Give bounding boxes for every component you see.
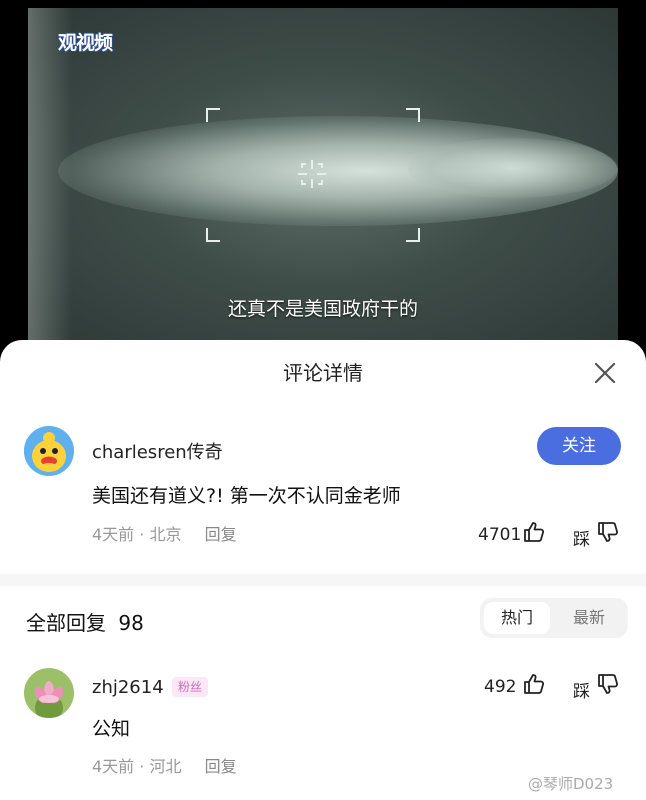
replies-title: 全部回复 — [26, 611, 106, 635]
meta-separator: · — [139, 757, 150, 776]
reply-dislike-label[interactable]: 踩 — [573, 677, 590, 702]
targeting-corner-top-right — [406, 108, 420, 122]
section-divider — [0, 574, 646, 586]
sort-toggle: 热门 最新 — [480, 598, 628, 638]
reply-like-count: 492 — [484, 677, 517, 697]
reply-time: 4天前 — [92, 757, 135, 776]
reply-button[interactable]: 回复 — [205, 525, 237, 544]
video-player[interactable]: 观视频 还真不是美国政府干的 — [28, 8, 618, 348]
avatar[interactable] — [24, 668, 74, 718]
comment-text: 美国还有道义?! 第一次不认同金老师 — [92, 485, 401, 507]
crosshair-icon — [298, 160, 326, 188]
comment-time: 4天前 — [92, 525, 135, 544]
comment-location: 北京 — [149, 525, 182, 544]
comment-username[interactable]: charlesren传奇 — [92, 438, 223, 464]
sort-hot-tab[interactable]: 热门 — [484, 602, 550, 634]
follow-button[interactable]: 关注 — [537, 427, 621, 465]
replies-header: 全部回复 98 — [26, 607, 144, 636]
duck-avatar-icon — [24, 426, 74, 476]
channel-logo: 观视频 — [58, 32, 113, 54]
reply-text: 公知 — [92, 718, 131, 740]
thumbs-down-icon[interactable] — [596, 672, 620, 696]
sheet-title: 评论详情 — [283, 361, 363, 385]
reply-username[interactable]: zhj2614 — [92, 677, 164, 698]
like-count: 4701 — [478, 525, 522, 545]
replies-count: 98 — [118, 611, 144, 635]
fan-badge: 粉丝 — [172, 677, 209, 697]
reply-button[interactable]: 回复 — [205, 757, 237, 776]
comment-detail-sheet: 评论详情 charlesren传奇 关注 美国还有道义?! 第一次不认同金老师 … — [0, 340, 646, 800]
thumbs-up-icon[interactable] — [522, 520, 546, 544]
thumbs-up-icon[interactable] — [522, 672, 546, 696]
dislike-label[interactable]: 踩 — [573, 525, 590, 550]
reply-meta: 4天前 · 河北 回复 — [92, 753, 237, 777]
targeting-corner-bottom-right — [406, 228, 420, 242]
reply-location: 河北 — [149, 757, 182, 776]
targeting-corner-top-left — [206, 108, 220, 122]
video-sea-foam-secondary — [408, 138, 618, 198]
lotus-avatar-icon — [24, 668, 74, 718]
meta-separator: · — [139, 525, 150, 544]
close-icon[interactable] — [590, 358, 620, 388]
comment-meta: 4天前 · 北京 回复 — [92, 521, 237, 545]
targeting-corner-bottom-left — [206, 228, 220, 242]
thumbs-down-icon[interactable] — [596, 520, 620, 544]
avatar[interactable] — [24, 426, 74, 476]
video-subtitle: 还真不是美国政府干的 — [227, 298, 418, 320]
sort-latest-tab[interactable]: 最新 — [556, 602, 622, 634]
watermark: @琴师D023 — [528, 775, 614, 793]
